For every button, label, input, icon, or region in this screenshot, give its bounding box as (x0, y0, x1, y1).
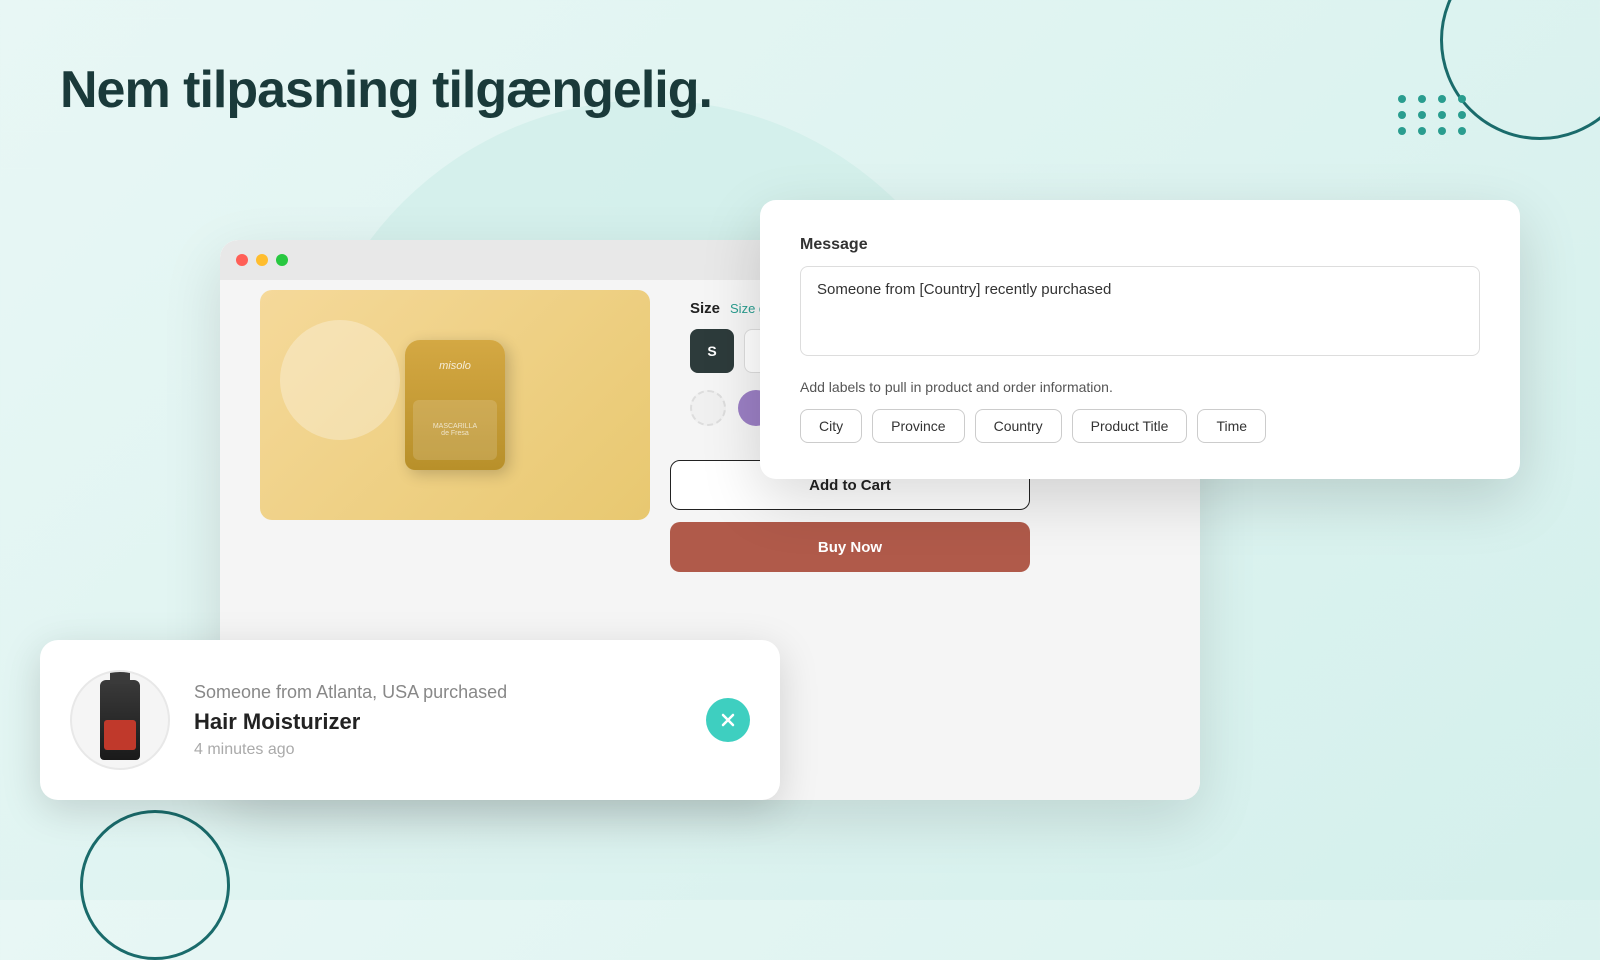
message-panel-label: Message (800, 236, 1480, 254)
dot-grid-decoration (1398, 95, 1470, 135)
message-hint: Add labels to pull in product and order … (800, 379, 1480, 395)
buy-now-button[interactable]: Buy Now (670, 522, 1030, 572)
label-tag-country[interactable]: Country (975, 409, 1062, 443)
product-main-image: MASCARILLAde Fresa (260, 290, 650, 520)
notification-time: 4 minutes ago (194, 741, 686, 759)
notification-close-button[interactable] (706, 698, 750, 742)
canister-label: MASCARILLAde Fresa (413, 400, 497, 460)
background-circle-outline-bl (80, 810, 230, 960)
size-label-text: Size (690, 300, 720, 317)
main-heading: Nem tilpasning tilgængelig. (60, 60, 712, 120)
size-button-s[interactable]: S (690, 329, 734, 373)
product-canister: MASCARILLAde Fresa (405, 340, 505, 470)
label-tag-province[interactable]: Province (872, 409, 964, 443)
bottle-label (104, 720, 136, 750)
notification-top-text: Someone from Atlanta, USA purchased (194, 682, 686, 703)
browser-dot-red (236, 254, 248, 266)
browser-dot-yellow (256, 254, 268, 266)
message-textarea[interactable]: Someone from [Country] recently purchase… (800, 266, 1480, 356)
product-bottle-icon (100, 680, 140, 760)
notification-content: Someone from Atlanta, USA purchased Hair… (194, 682, 686, 759)
browser-dot-green (276, 254, 288, 266)
notification-product-name: Hair Moisturizer (194, 709, 686, 735)
color-swatch-placeholder[interactable] (690, 390, 726, 426)
label-tag-time[interactable]: Time (1197, 409, 1266, 443)
label-tags-container: City Province Country Product Title Time (800, 409, 1480, 443)
label-tag-city[interactable]: City (800, 409, 862, 443)
message-panel: Message Someone from [Country] recently … (760, 200, 1520, 479)
notification-avatar (70, 670, 170, 770)
notification-popup: Someone from Atlanta, USA purchased Hair… (40, 640, 780, 800)
label-tag-product-title[interactable]: Product Title (1072, 409, 1188, 443)
